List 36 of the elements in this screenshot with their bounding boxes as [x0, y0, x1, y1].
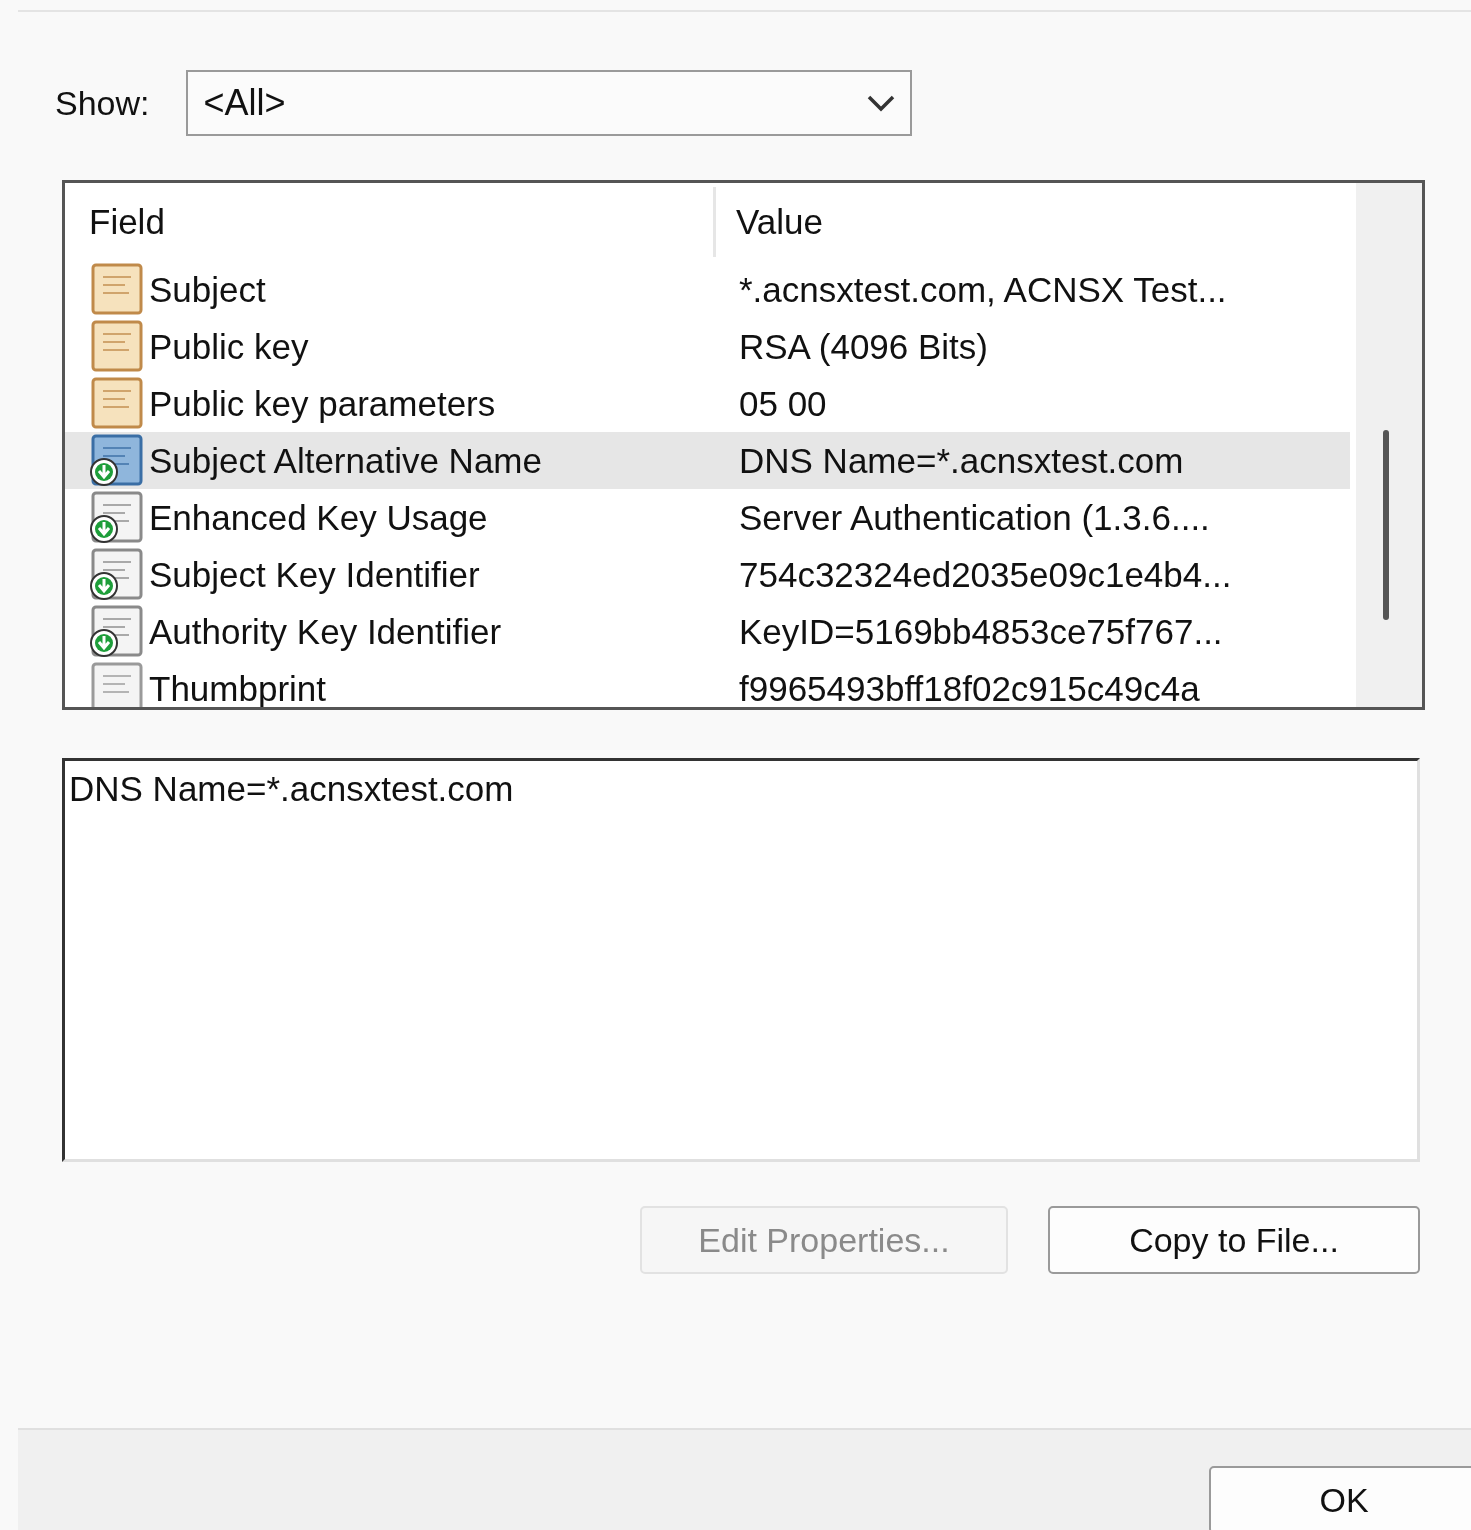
field-name: Authority Key Identifier	[149, 611, 503, 652]
field-row[interactable]: Authority Key Identifier KeyID=5169bb4853ce75f767...	[65, 603, 1350, 660]
detail-field[interactable]: DNS Name=*.acnsxtest.com	[62, 758, 1420, 1162]
field-name: Subject Key Identifier	[149, 554, 481, 595]
field-name: Subject Alternative Name	[149, 440, 543, 481]
certificate-download-icon	[87, 433, 145, 488]
field-row[interactable]: Enhanced Key Usage Server Authentication (1.3.6....	[65, 489, 1350, 546]
field-value: KeyID=5169bb4853ce75f767...	[739, 611, 1223, 652]
column-header[interactable]: Value	[716, 202, 823, 242]
field-value: Server Authentication (1.3.6....	[739, 497, 1210, 538]
field-row[interactable]: Public key parameters 05 00	[65, 375, 1350, 432]
column-header[interactable]: Field	[65, 187, 716, 257]
field-name: Enhanced Key Usage	[149, 497, 489, 538]
field-value: RSA (4096 Bits)	[739, 326, 988, 367]
scrollbar[interactable]	[1356, 183, 1422, 707]
show-label: Show:	[55, 83, 150, 123]
field-name: Public key	[149, 326, 310, 367]
field-value: f9965493bff18f02c915c49c4a	[739, 668, 1200, 707]
certificate-download-icon	[87, 490, 145, 545]
field-name: Subject	[149, 269, 267, 310]
certificate-download-icon	[87, 604, 145, 659]
ok-button[interactable]: OK	[1209, 1466, 1471, 1530]
copy-to-file-button[interactable]: Copy to File...	[1048, 1206, 1420, 1274]
field-name: Public key parameters	[149, 383, 497, 424]
field-row[interactable]: Subject Alternative Name DNS Name=*.acnsxtest.com	[65, 432, 1350, 489]
field-row[interactable]: Subject *.acnsxtest.com, ACNSX Test...	[65, 261, 1350, 318]
scrollbar-thumb[interactable]	[1383, 430, 1389, 620]
field-value: DNS Name=*.acnsxtest.com	[739, 440, 1184, 481]
field-row[interactable]: Subject Key Identifier 754c32324ed2035e09c1e4b4...	[65, 546, 1350, 603]
field-value: 05 00	[739, 383, 827, 424]
field-value: *.acnsxtest.com, ACNSX Test...	[739, 269, 1227, 310]
show-dropdown[interactable]: <All>	[185, 70, 912, 136]
field-row[interactable]: Public key RSA (4096 Bits)	[65, 318, 1350, 375]
certificate-download-icon	[87, 547, 145, 602]
field-value: 754c32324ed2035e09c1e4b4...	[739, 554, 1232, 595]
chevron-down-icon	[865, 94, 896, 112]
